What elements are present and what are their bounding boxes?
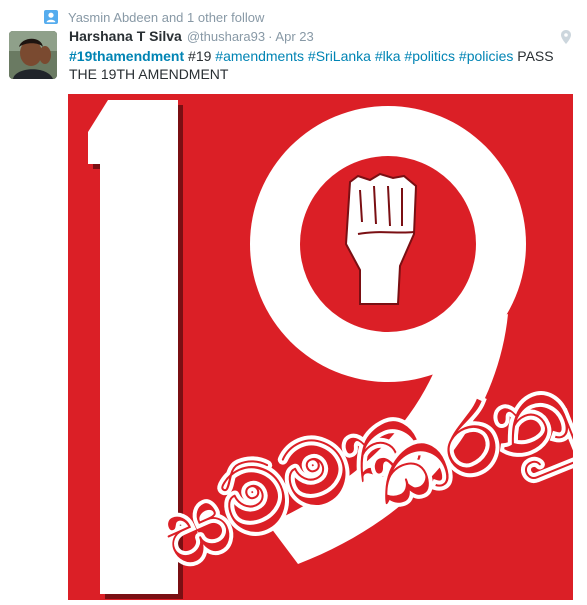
avatar-photo (9, 31, 57, 79)
tweet[interactable]: Yasmin Abdeen and 1 other follow Harshan… (0, 0, 587, 605)
tweet-text: #19thamendment #19 #amendments #SriLanka… (69, 47, 559, 83)
follow-icon (44, 10, 58, 24)
tweet-timestamp[interactable]: Apr 23 (275, 29, 313, 44)
hashtag-19thamendment[interactable]: #19thamendment (69, 48, 184, 64)
hashtag-politics[interactable]: #politics (404, 48, 455, 64)
hashtag-amendments[interactable]: #amendments (215, 48, 304, 64)
avatar[interactable] (9, 31, 57, 79)
social-context-text[interactable]: Yasmin Abdeen and 1 other follow (68, 10, 264, 25)
hashtag-srilanka[interactable]: #SriLanka (308, 48, 371, 64)
hashtag-lka[interactable]: #lka (375, 48, 401, 64)
tweet-text-plain: #19 (184, 48, 216, 64)
tweet-media-image[interactable]: සම්මත කරනු (68, 94, 573, 600)
tweet-header: Harshana T Silva @thushara93 · Apr 23 (69, 28, 314, 46)
location-pin-icon[interactable] (561, 30, 571, 44)
author-fullname[interactable]: Harshana T Silva (69, 28, 182, 44)
nineteen-poster: සම්මත කරනු (68, 94, 573, 600)
author-username[interactable]: @thushara93 (187, 29, 265, 44)
separator-dot: · (268, 29, 273, 44)
social-context: Yasmin Abdeen and 1 other follow (44, 8, 264, 26)
hashtag-policies[interactable]: #policies (459, 48, 513, 64)
